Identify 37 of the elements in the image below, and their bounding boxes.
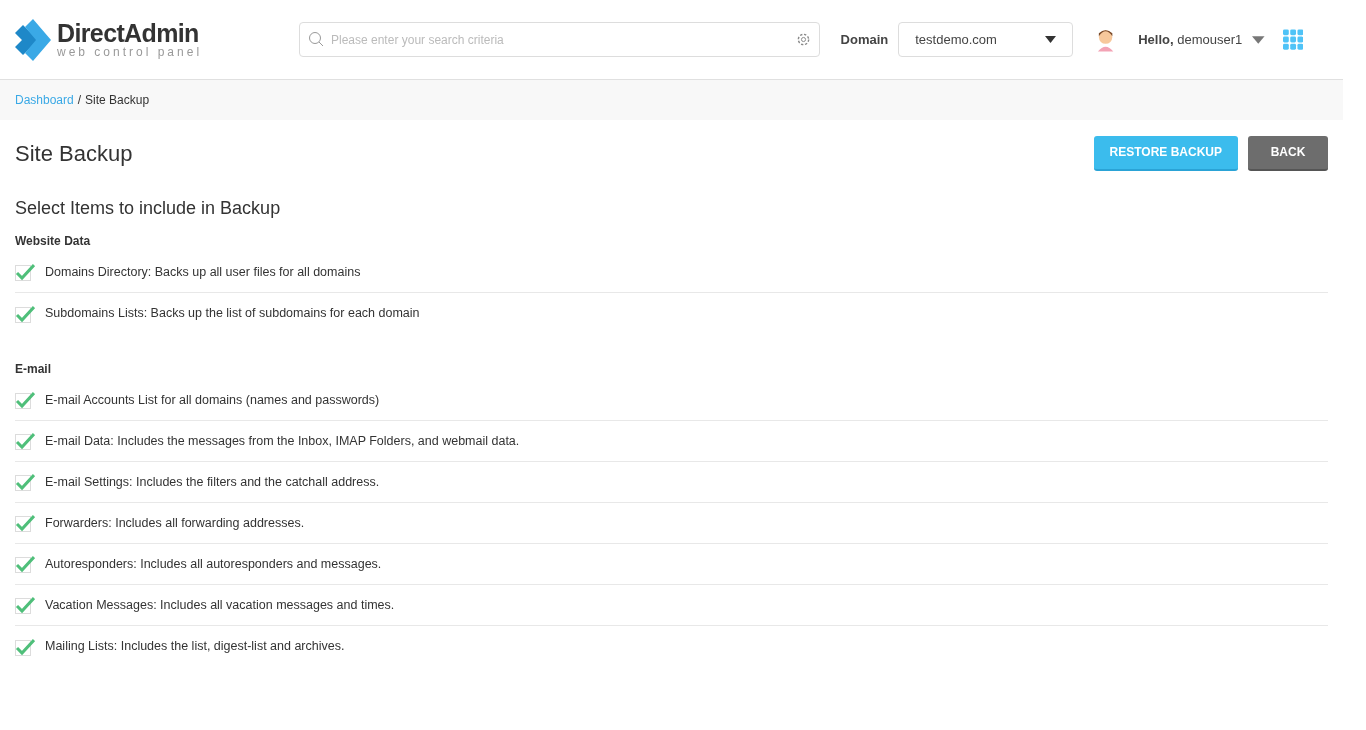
checkbox[interactable]	[15, 263, 35, 281]
checkbox[interactable]	[15, 391, 35, 409]
option-label: Autoresponders: Includes all autoresponders and messages.	[45, 555, 382, 573]
apps-grid-icon[interactable]	[1282, 29, 1303, 50]
breadcrumb-current: Site Backup	[85, 92, 150, 109]
logo-tagline: web control panel	[57, 46, 203, 58]
checkbox[interactable]	[15, 432, 35, 450]
logo-icon	[15, 18, 51, 61]
option-label: E-mail Settings: Includes the filters and the catchall address.	[45, 473, 380, 491]
option-label: E-mail Data: Includes the messages from the Inbox, IMAP Folders, and webmail data.	[45, 432, 520, 450]
back-button[interactable]: BACK	[1248, 135, 1328, 171]
group-title: Website Data	[15, 233, 92, 250]
caret-icon	[1044, 36, 1056, 43]
section-title: Select Items to include in Backup	[15, 197, 282, 220]
settings-icon[interactable]	[795, 32, 811, 47]
user-greeting[interactable]: Hello, demouser1	[1138, 29, 1243, 50]
checkbox[interactable]	[15, 304, 35, 323]
option-label: Forwarders: Includes all forwarding addresses.	[45, 514, 305, 532]
option-label: E-mail Accounts List for all domains (names and passwords)	[45, 391, 380, 409]
checkbox[interactable]	[15, 555, 35, 573]
search-field[interactable]: Please enter your search criteria	[299, 22, 820, 57]
page-title: Site Backup	[15, 139, 133, 168]
option-label: Subdomains Lists: Backs up the list of subdomains for each domain	[45, 305, 420, 323]
checkbox[interactable]	[15, 473, 35, 491]
checkbox[interactable]	[15, 637, 35, 656]
domain-select[interactable]: testdemo.com	[898, 22, 1073, 57]
option-label: Domains Directory: Backs up all user files for all domains	[45, 263, 361, 281]
option-label: Vacation Messages: Includes all vacation messages and times.	[45, 596, 395, 614]
logo-name: DirectAdmin	[57, 21, 200, 46]
breadcrumb-separator: /	[77, 92, 82, 109]
search-icon	[308, 31, 324, 47]
caret-icon[interactable]	[1252, 35, 1265, 44]
domain-label: Domain	[840, 30, 889, 49]
option-label: Mailing Lists: Includes the list, digest-list and archives.	[45, 638, 345, 656]
group-title: E-mail	[15, 361, 52, 378]
checkbox[interactable]	[15, 514, 35, 532]
checkbox[interactable]	[15, 596, 35, 614]
